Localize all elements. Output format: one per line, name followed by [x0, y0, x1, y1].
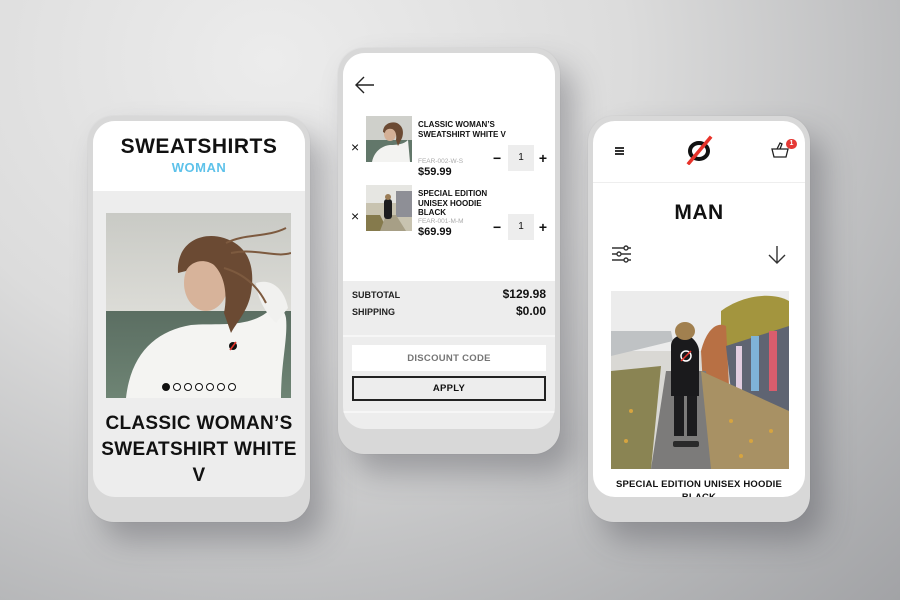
- carousel-dot-2[interactable]: [172, 383, 181, 391]
- arrow-down-icon[interactable]: [767, 245, 787, 265]
- decrease-quantity-button[interactable]: −: [493, 217, 501, 237]
- item-price: $59.99: [418, 166, 452, 178]
- category-title: MAN: [674, 201, 724, 224]
- cart-screen: × CLASSIC WOMAN’S SWEATSHIRT WHITE V FEA…: [343, 53, 555, 429]
- order-totals: SUBTOTAL $129.98 SHIPPING $0.00: [343, 287, 555, 321]
- item-price: $69.99: [418, 226, 452, 238]
- apply-button[interactable]: APPLY: [352, 376, 546, 401]
- phone-cart: × CLASSIC WOMAN’S SWEATSHIRT WHITE V FEA…: [338, 48, 560, 454]
- shipping-value: $0.00: [515, 304, 546, 318]
- catalog-screen: SWEATSHIRTS WOMAN CLASSIC WOMAN’S SWEATS…: [93, 121, 305, 497]
- woman-photo-image: [106, 213, 291, 398]
- item-name: CLASSIC WOMAN’S SWEATSHIRT WHITE V: [418, 120, 506, 139]
- category-title: SWEATSHIRTS: [120, 135, 278, 158]
- divider: [343, 335, 555, 337]
- cart-item: × SPECIAL EDITION UNISEX HOODIE BLACK FE…: [343, 185, 555, 241]
- arrow-left-icon[interactable]: [353, 73, 377, 97]
- subtotal-value: $129.98: [502, 287, 546, 301]
- carousel-dot-3[interactable]: [183, 383, 192, 391]
- item-thumbnail[interactable]: [366, 116, 412, 162]
- item-sku: FEAR-002-W-S: [418, 158, 464, 165]
- subtotal-row: SUBTOTAL $129.98: [343, 287, 555, 304]
- brand-logo-icon[interactable]: [684, 135, 714, 165]
- quantity-value[interactable]: 1: [508, 214, 534, 240]
- sliders-icon[interactable]: [611, 245, 633, 263]
- phone-listing: 1 MAN SPECIAL EDITION UNISEX HOODIE: [588, 116, 810, 522]
- category-subtitle[interactable]: WOMAN: [93, 160, 305, 175]
- catalog-header: SWEATSHIRTS WOMAN: [93, 121, 305, 191]
- hoodie-photo-image: [611, 291, 789, 469]
- increase-quantity-button[interactable]: +: [539, 217, 547, 237]
- product-photo-woman[interactable]: [106, 213, 291, 398]
- carousel-dot-1[interactable]: [161, 383, 170, 391]
- carousel-dots: [106, 383, 291, 391]
- item-sku: FEAR-001-M-M: [418, 218, 464, 225]
- woman-thumb-image: [366, 116, 412, 162]
- divider: [343, 411, 555, 413]
- shipping-row: SHIPPING $0.00: [343, 304, 555, 321]
- product-name[interactable]: SPECIAL EDITION UNISEX HOODIE BLACK: [603, 478, 795, 497]
- product-name[interactable]: CLASSIC WOMAN’S SWEATSHIRT WHITE V: [93, 411, 305, 489]
- carousel-dot-6[interactable]: [216, 383, 225, 391]
- cart-button[interactable]: 1: [771, 139, 797, 159]
- close-icon[interactable]: ×: [351, 209, 359, 223]
- product-photo-hoodie[interactable]: [611, 291, 789, 469]
- carousel-dot-7[interactable]: [227, 383, 236, 391]
- hoodie-thumb-image: [366, 185, 412, 231]
- quantity-value[interactable]: 1: [508, 145, 534, 171]
- shipping-label: SHIPPING: [352, 307, 396, 317]
- hamburger-icon[interactable]: [615, 147, 624, 155]
- carousel-dot-5[interactable]: [205, 383, 214, 391]
- phone-catalog: SWEATSHIRTS WOMAN CLASSIC WOMAN’S SWEATS…: [88, 116, 310, 522]
- decrease-quantity-button[interactable]: −: [493, 148, 501, 168]
- carousel-dot-4[interactable]: [194, 383, 203, 391]
- close-icon[interactable]: ×: [351, 140, 359, 154]
- quantity-stepper: − 1 +: [493, 214, 547, 240]
- cart-count-badge: 1: [786, 139, 797, 149]
- discount-code-input[interactable]: [352, 345, 546, 371]
- app-header: 1: [593, 121, 805, 183]
- subtotal-label: SUBTOTAL: [352, 290, 401, 300]
- item-thumbnail[interactable]: [366, 185, 412, 231]
- cart-item: × CLASSIC WOMAN’S SWEATSHIRT WHITE V FEA…: [343, 116, 555, 178]
- increase-quantity-button[interactable]: +: [539, 148, 547, 168]
- quantity-stepper: − 1 +: [493, 145, 547, 171]
- listing-screen: 1 MAN SPECIAL EDITION UNISEX HOODIE: [593, 121, 805, 497]
- cart-items-panel: × CLASSIC WOMAN’S SWEATSHIRT WHITE V FEA…: [343, 53, 555, 281]
